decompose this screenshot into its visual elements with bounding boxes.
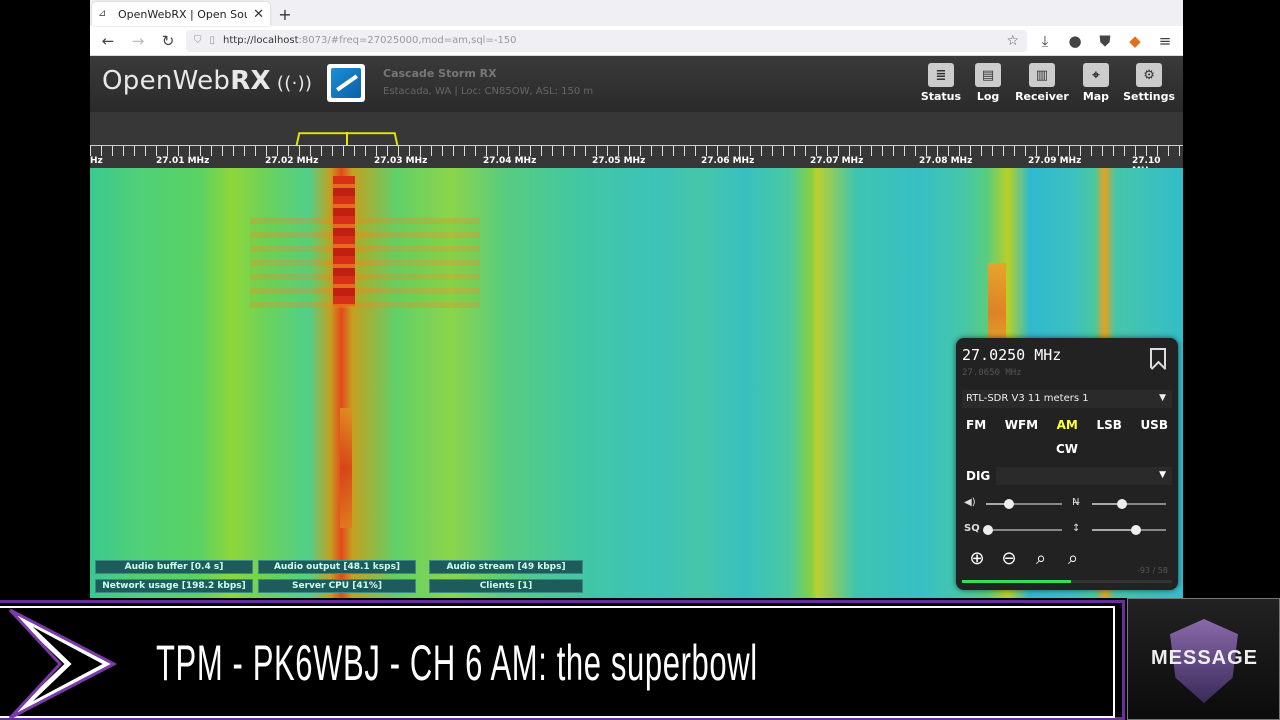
scale-label: 27.01 MHz: [156, 156, 210, 166]
menu-status[interactable]: ≣ Status: [921, 63, 961, 103]
close-tab-icon[interactable]: ✕: [253, 7, 264, 22]
receiver-location: Estacada, WA | Loc: CN85OW, ASL: 150 m: [383, 86, 594, 97]
scale-label: Hz: [90, 156, 103, 166]
frequency-display[interactable]: 27.0250 MHz: [962, 346, 1061, 364]
bookmark-icon[interactable]: [1150, 348, 1166, 368]
volume-slider[interactable]: [986, 499, 1062, 509]
squelch-icon: SQ: [964, 523, 980, 534]
new-tab-button[interactable]: +: [274, 3, 296, 25]
passband-center: [346, 132, 348, 146]
tab-openwebrx[interactable]: ⊿ OpenWebRX | Open Source ✕: [92, 2, 270, 26]
address-bar[interactable]: ⛉ ▯ http://localhost:8073/#freq=27025000…: [186, 29, 1027, 52]
zoom-center-icon[interactable]: ⌕: [1030, 548, 1052, 570]
menu-map[interactable]: ⌖ Map: [1083, 63, 1109, 103]
overlay-banner: TPM - PK6WBJ - CH 6 AM: the superbowl: [0, 600, 1125, 720]
receiver-panel: 27.0250 MHz 27.0650 MHz RTL-SDR V3 11 me…: [956, 338, 1178, 590]
caret-down-icon: ▼: [1159, 393, 1166, 403]
back-icon[interactable]: ←: [96, 29, 120, 53]
mode-wfm[interactable]: WFM: [1001, 416, 1042, 434]
receiver-name: Cascade Storm RX: [383, 67, 497, 80]
menu-settings[interactable]: ⚙ Settings: [1123, 63, 1175, 103]
log-icon: ▤: [975, 63, 1002, 87]
shield-icon: ⛉: [194, 35, 202, 46]
map-icon: ⌖: [1082, 63, 1109, 87]
scale-label: 27.04 MHz: [483, 156, 537, 166]
nav-bar: ← → ↻ ⛉ ▯ http://localhost:8073/#freq=27…: [90, 26, 1183, 56]
volume-icon: ◀): [964, 497, 976, 508]
agc-slider[interactable]: [1092, 525, 1166, 535]
signal-trace: [333, 176, 355, 306]
clients-status[interactable]: Clients [1]: [429, 579, 583, 593]
noise-reduction-icon: N̶: [1072, 497, 1080, 508]
agc-icon: ↕: [1072, 523, 1081, 534]
url-host: http://localhost: [223, 35, 299, 46]
scale-ticks: [90, 146, 1183, 156]
scale-label: 27.08 MHz: [919, 156, 973, 166]
antenna-icon: ⊿: [98, 8, 107, 19]
mode-fm[interactable]: FM: [962, 416, 990, 434]
extension-icon[interactable]: ●: [1063, 29, 1087, 53]
download-icon[interactable]: ⤓: [1033, 29, 1057, 53]
audio-output-status[interactable]: Audio output [48.1 ksps]: [258, 560, 416, 574]
zoom-reset-icon[interactable]: ⌕: [1062, 548, 1084, 570]
digital-mode-select[interactable]: ▼: [996, 467, 1172, 485]
zoom-controls: ⊕ ⊖ ⌕ ⌕: [966, 548, 1084, 570]
badge-text: MESSAGE: [1150, 647, 1259, 669]
dig-row: DIG ▼: [962, 466, 1172, 486]
receiver-avatar: [327, 64, 365, 102]
signal-trace: [340, 408, 352, 528]
tab-bar: ⊿ OpenWebRX | Open Source ✕ +: [90, 0, 1183, 26]
network-usage-status[interactable]: Network usage [198.2 kbps]: [95, 579, 253, 593]
browser-window: ⊿ OpenWebRX | Open Source ✕ + ← → ↻ ⛉ ▯ …: [90, 0, 1183, 598]
receiver-icon: ▥: [1028, 63, 1055, 87]
settings-icon: ⚙: [1136, 63, 1163, 87]
mode-dig[interactable]: DIG: [962, 469, 990, 483]
frequency-secondary: 27.0650 MHz: [962, 368, 1022, 378]
audio-stream-status[interactable]: Audio stream [49 kbps]: [429, 560, 583, 574]
reload-icon[interactable]: ↻: [156, 29, 180, 53]
openwebrx-logo: OpenWebRX ((·)): [102, 66, 313, 96]
forward-icon[interactable]: →: [126, 29, 150, 53]
frequency-scale[interactable]: Hz 27.01 MHz 27.02 MHz 27.03 MHz 27.04 M…: [90, 112, 1183, 176]
scale-label: 27.05 MHz: [592, 156, 646, 166]
app-header: OpenWebRX ((·)) Cascade Storm RX Estacad…: [90, 56, 1183, 112]
mode-cw[interactable]: CW: [962, 442, 1172, 456]
scale-label: 27.02 MHz: [265, 156, 319, 166]
scale-label: 27.09 MHz: [1028, 156, 1082, 166]
top-menu: ≣ Status ▤ Log ▥ Receiver ⌖ Map ⚙ Settings: [921, 63, 1175, 103]
caret-down-icon: ▼: [1159, 470, 1166, 480]
menu-receiver[interactable]: ▥ Receiver: [1015, 63, 1069, 103]
mode-lsb[interactable]: LSB: [1092, 416, 1125, 434]
url-rest: :8073/#freq=27025000,mod=am,sql=-150: [298, 35, 517, 46]
mode-buttons: FM WFM AM LSB USB: [962, 416, 1172, 434]
squelch-slider[interactable]: [982, 525, 1062, 535]
smeter-readout: -93 / 58: [1136, 566, 1168, 575]
fox-icon[interactable]: ◆: [1123, 29, 1147, 53]
server-cpu-status[interactable]: Server CPU [41%]: [258, 579, 416, 593]
zoom-in-icon[interactable]: ⊕: [966, 548, 988, 570]
s-meter: [962, 580, 1172, 583]
scale-label: 27.07 MHz: [810, 156, 864, 166]
waterfall-display[interactable]: Audio buffer [0.4 s] Audio output [48.1 …: [90, 168, 1183, 598]
hamburger-menu-icon[interactable]: ≡: [1153, 29, 1177, 53]
menu-log[interactable]: ▤ Log: [975, 63, 1002, 103]
mode-am[interactable]: AM: [1053, 416, 1082, 434]
page-icon: ▯: [209, 35, 216, 46]
audio-buffer-status[interactable]: Audio buffer [0.4 s]: [95, 560, 253, 574]
scale-label: 27.03 MHz: [374, 156, 428, 166]
mode-usb[interactable]: USB: [1136, 416, 1172, 434]
tab-title: OpenWebRX | Open Source: [118, 7, 247, 21]
profile-select[interactable]: RTL-SDR V3 11 meters 1 ▼: [962, 390, 1172, 408]
openwebrx-app: OpenWebRX ((·)) Cascade Storm RX Estacad…: [90, 56, 1183, 598]
nr-slider[interactable]: [1092, 499, 1166, 509]
zoom-out-icon[interactable]: ⊖: [998, 548, 1020, 570]
banner-title: TPM - PK6WBJ - CH 6 AM: the superbowl: [156, 635, 758, 691]
channel-badge: MESSAGE: [1127, 598, 1280, 720]
chevron-right-icon: [8, 608, 118, 720]
status-icon: ≣: [927, 63, 954, 87]
addon-icon[interactable]: ⛊: [1093, 29, 1117, 53]
bookmark-star-icon[interactable]: ☆: [1006, 33, 1019, 49]
scale-label: 27.06 MHz: [701, 156, 755, 166]
